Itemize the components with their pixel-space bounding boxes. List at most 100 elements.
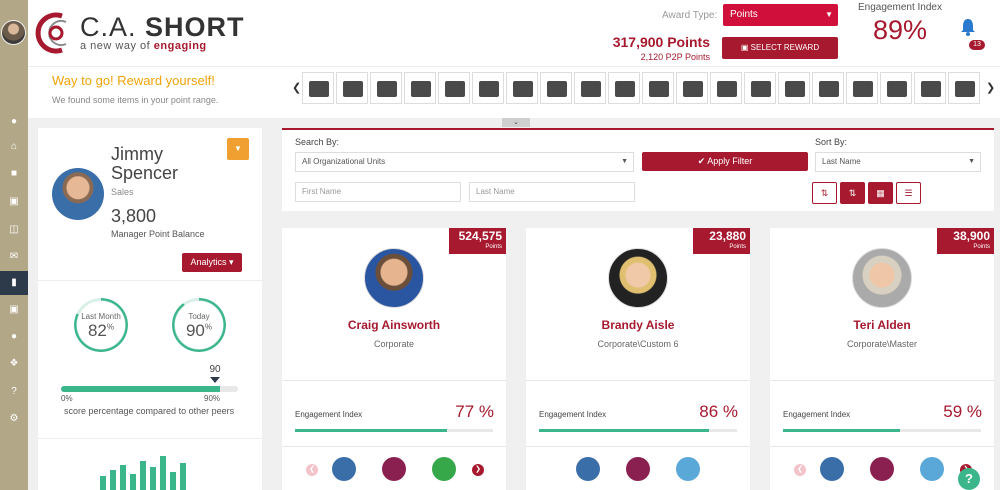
logo-icon [35,12,67,54]
grill-thumbnail[interactable] [370,72,402,104]
engagement-index-value: 89% [872,15,928,45]
employee-card[interactable]: 23,880 Points Brandy Aisle Corporate\Cust… [526,228,750,490]
mini-chart-bar [100,476,106,490]
sort-asc-button[interactable]: ⇅ [812,182,837,204]
guitar-thumbnail[interactable] [880,72,912,104]
tv-thumbnail[interactable] [574,72,606,104]
employee-name[interactable]: Brandy Aisle [526,318,750,332]
mail-icon[interactable]: ✉ [0,245,28,269]
list-view-button[interactable]: ☰ [896,182,921,204]
collapse-toggle[interactable]: ⌄ [502,118,530,127]
grill-thumbnail[interactable] [608,72,640,104]
peer-max: 90% [204,394,221,403]
grill-thumbnail[interactable] [744,72,776,104]
points-badge: 23,880 Points [693,228,750,254]
chevron-right-icon[interactable]: ❯ [472,464,484,476]
point-balance: 3,800 [111,206,157,226]
tent-thumbnail[interactable] [948,72,980,104]
bar-chart-icon[interactable]: ▮ [0,271,28,295]
award-badge-icon[interactable] [382,457,406,481]
employee-dept: Corporate [373,339,415,349]
chevron-down-icon: ▼ [234,144,242,153]
reward-strip: Way to go! Reward yourself! We found som… [28,66,1000,127]
p2p-points: 2,120 P2P Points [640,52,710,62]
apply-filter-button[interactable]: ✔ Apply Filter [642,152,808,171]
employee-dept: Corporate\Custom 6 [597,339,679,349]
first-name-input[interactable]: First Name [295,182,461,202]
point-balance-label: Manager Point Balance [111,229,205,239]
search-panel: Search By: All Organizational Units ▼ Fir… [282,128,994,211]
chevron-down-icon: ▼ [621,158,628,165]
gift-icon[interactable]: ▣ [0,298,28,322]
chevron-right-icon[interactable]: ❯ [986,81,995,94]
select-reward-button[interactable]: ▣ SELECT REWARD [722,37,838,59]
employee-card[interactable]: 38,900 Points Teri Alden Corporate\Master… [770,228,994,490]
help-button[interactable]: ? [958,468,980,490]
car-seat-thumbnail[interactable] [336,72,368,104]
chevron-left-icon[interactable]: ❮ [292,81,301,94]
profile-name: Jimmy Spencer [111,144,179,183]
rowing-machine-thumbnail[interactable] [846,72,878,104]
tools-icon[interactable]: ❖ [0,352,28,376]
necklace-thumbnail[interactable] [506,72,538,104]
team-icon[interactable]: ● [0,325,28,349]
last-name-input[interactable]: Last Name [469,182,635,202]
sort-by-label: Sort By: [815,137,848,147]
user-icon[interactable]: ● [0,110,28,134]
award-badge-icon[interactable] [626,457,650,481]
brand-name: C.A. SHORT [80,12,245,42]
points-total: 317,900 Points [612,34,710,50]
inbox-icon[interactable]: ◫ [0,218,28,242]
calendar-badge-icon[interactable] [332,457,356,481]
engagement-value: 59 % [943,402,982,421]
guitar-thumbnail[interactable] [472,72,504,104]
divider [38,438,262,439]
user-avatar[interactable] [1,20,26,45]
grill-thumbnail[interactable] [302,72,334,104]
fridge-thumbnail[interactable] [676,72,708,104]
org-units-select[interactable]: All Organizational Units ▼ [295,152,634,172]
award-type-label: Award Type: [662,10,718,21]
employee-card[interactable]: 524,575 Points Craig Ainsworth Corporate … [282,228,506,490]
fitness-badge-icon[interactable] [920,457,944,481]
peer-marker-icon [210,377,220,383]
grid-view-button[interactable]: ▦ [868,182,893,204]
image-icon[interactable]: ▣ [0,190,28,214]
help-icon[interactable]: ? [0,380,28,404]
reward-strip-title: Way to go! Reward yourself! [52,73,215,88]
profile-menu-button[interactable]: ▼ [227,138,249,160]
chevron-left-icon[interactable]: ❮ [306,464,318,476]
settings-icon[interactable]: ⚙ [0,407,28,431]
peer-progress-bar [61,386,238,392]
award-type-select[interactable]: Points ▼ [723,4,838,26]
employee-name[interactable]: Craig Ainsworth [282,318,506,332]
tv-thumbnail[interactable] [404,72,436,104]
profile-role: Sales [111,187,134,197]
notification-badge: 13 [969,40,985,50]
points-badge: 524,575 Points [449,228,506,254]
kayak-thumbnail[interactable] [778,72,810,104]
fitness-badge-icon[interactable] [676,457,700,481]
top-header: C.A. SHORT a new way of engaging Award T… [28,0,1000,66]
engagement-bar [295,429,493,432]
check-icon: ✔ [697,156,706,166]
drone-thumbnail[interactable] [438,72,470,104]
sort-desc-button[interactable]: ⇅ [840,182,865,204]
mini-chart-bar [170,472,176,490]
chat-icon[interactable]: ■ [0,162,28,186]
health-badge-icon[interactable] [432,457,456,481]
chevron-left-icon[interactable]: ❮ [794,464,806,476]
grill-thumbnail[interactable] [642,72,674,104]
tv-thumbnail[interactable] [812,72,844,104]
bell-icon[interactable] [960,18,976,36]
oven-thumbnail[interactable] [914,72,946,104]
employee-name[interactable]: Teri Alden [770,318,994,332]
analytics-button[interactable]: Analytics ▾ [182,253,242,272]
grill-thumbnail[interactable] [710,72,742,104]
calendar-badge-icon[interactable] [576,457,600,481]
home-icon[interactable]: ⌂ [0,135,28,159]
sort-select[interactable]: Last Name ▼ [815,152,981,172]
award-badge-icon[interactable] [870,457,894,481]
calendar-badge-icon[interactable] [820,457,844,481]
tv-thumbnail[interactable] [540,72,572,104]
